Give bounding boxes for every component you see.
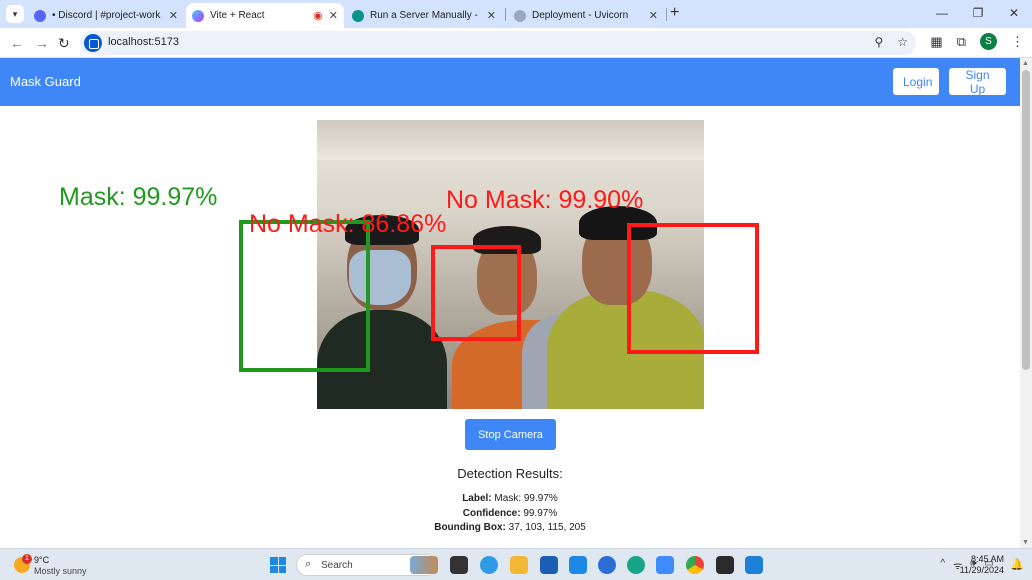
close-icon[interactable]: ✕ — [169, 9, 178, 22]
weather-temperature[interactable]: 9°C — [34, 555, 49, 565]
close-window-icon[interactable]: ✕ — [996, 0, 1032, 28]
brand-title[interactable]: Mask Guard — [10, 74, 81, 89]
tab-vite-react[interactable]: Vite + React ◉ ✕ — [186, 3, 344, 28]
extension-icon[interactable]: ▦ — [930, 34, 942, 50]
clock-date[interactable]: 11/29/2024 — [960, 565, 1004, 575]
profile-avatar[interactable]: S — [980, 33, 997, 50]
uvicorn-icon — [514, 9, 526, 22]
browser-tab-bar: ▾ • Discord | #project-work | SWE ✕ Vite… — [0, 0, 1032, 28]
bookmark-star-icon[interactable]: ☆ — [897, 35, 908, 49]
tab-uvicorn[interactable]: Deployment - Uvicorn ✕ — [508, 3, 664, 28]
new-tab-button[interactable]: + — [670, 4, 679, 22]
vscode-icon[interactable] — [745, 556, 763, 574]
login-button[interactable]: Login — [893, 68, 939, 95]
detection-label-mask: Mask: 99.97% — [59, 183, 218, 211]
task-view-icon[interactable] — [450, 556, 468, 574]
weather-description[interactable]: Mostly sunny — [34, 566, 87, 576]
scrollbar-thumb[interactable] — [1022, 70, 1030, 370]
zoom-icon[interactable]: ⚲ — [874, 35, 883, 49]
tab-discord[interactable]: • Discord | #project-work | SWE ✕ — [28, 3, 184, 28]
results-title: Detection Results: — [457, 466, 563, 481]
search-highlight-icon — [410, 556, 438, 574]
close-icon[interactable]: ✕ — [649, 9, 658, 22]
extensions-puzzle-icon[interactable]: ⧉ — [957, 34, 966, 50]
tab-search-button[interactable]: ▾ — [6, 5, 24, 23]
result-bounding-box: Bounding Box: 37, 103, 115, 205 — [434, 522, 586, 533]
help-icon[interactable] — [598, 556, 616, 574]
copilot-icon[interactable] — [480, 556, 498, 574]
tab-fastapi[interactable]: Run a Server Manually - FastAPI ✕ — [346, 3, 502, 28]
clock-time[interactable]: 8:45 AM — [971, 554, 1004, 564]
tab-separator — [666, 8, 667, 21]
page-scrollbar[interactable]: ▲ ▼ — [1020, 58, 1032, 548]
site-info-icon[interactable] — [84, 34, 102, 52]
menu-kebab-icon[interactable]: ⋮ — [1011, 34, 1024, 50]
chrome-icon[interactable] — [686, 556, 704, 574]
close-icon[interactable]: ✕ — [329, 9, 338, 22]
teams-icon[interactable] — [656, 556, 674, 574]
app-navbar: Mask Guard Login Sign Up — [0, 58, 1020, 106]
omnibox[interactable]: localhost:5173 ⚲ ☆ — [80, 31, 916, 55]
scroll-up-icon[interactable]: ▲ — [1022, 60, 1029, 67]
stop-camera-button[interactable]: Stop Camera — [465, 419, 556, 450]
edge-icon[interactable] — [627, 556, 645, 574]
notification-icon[interactable]: 🔔 — [1010, 558, 1024, 571]
minimize-icon[interactable]: — — [924, 0, 960, 28]
terminal-icon[interactable] — [716, 556, 734, 574]
fastapi-icon — [352, 9, 364, 22]
window-controls: — ❐ ✕ — [924, 0, 1032, 28]
result-label: Label: Mask: 99.97% — [462, 493, 558, 504]
vite-icon — [192, 9, 204, 22]
store-icon[interactable] — [540, 556, 558, 574]
url-text[interactable]: localhost:5173 — [108, 36, 179, 48]
back-icon[interactable]: ← — [10, 35, 24, 51]
reload-icon[interactable]: ↻ — [58, 35, 70, 52]
windows-taskbar: 1 9°C Mostly sunny ⌕ Search ^ ᯤ 🕪 ▭ 8:45… — [0, 548, 1032, 580]
forward-icon[interactable]: → — [35, 35, 49, 51]
windows-start-icon[interactable] — [270, 557, 286, 573]
camera-feed — [317, 120, 704, 409]
result-confidence: Confidence: 99.97% — [462, 508, 558, 519]
discord-icon — [34, 9, 46, 22]
recording-icon: ◉ — [313, 10, 323, 22]
search-icon: ⌕ — [305, 558, 312, 570]
tab-separator — [505, 8, 506, 21]
close-icon[interactable]: ✕ — [487, 9, 496, 22]
scroll-down-icon[interactable]: ▼ — [1022, 539, 1029, 546]
address-toolbar: ← → ↻ localhost:5173 ⚲ ☆ ▦ ⧉ S ⋮ — [0, 28, 1032, 58]
file-explorer-icon[interactable] — [510, 556, 528, 574]
chevron-up-icon[interactable]: ^ — [940, 558, 945, 572]
restore-icon[interactable]: ❐ — [960, 0, 996, 28]
weather-badge: 1 — [22, 554, 32, 564]
mysql-icon[interactable] — [569, 556, 587, 574]
signup-button[interactable]: Sign Up — [949, 68, 1006, 96]
